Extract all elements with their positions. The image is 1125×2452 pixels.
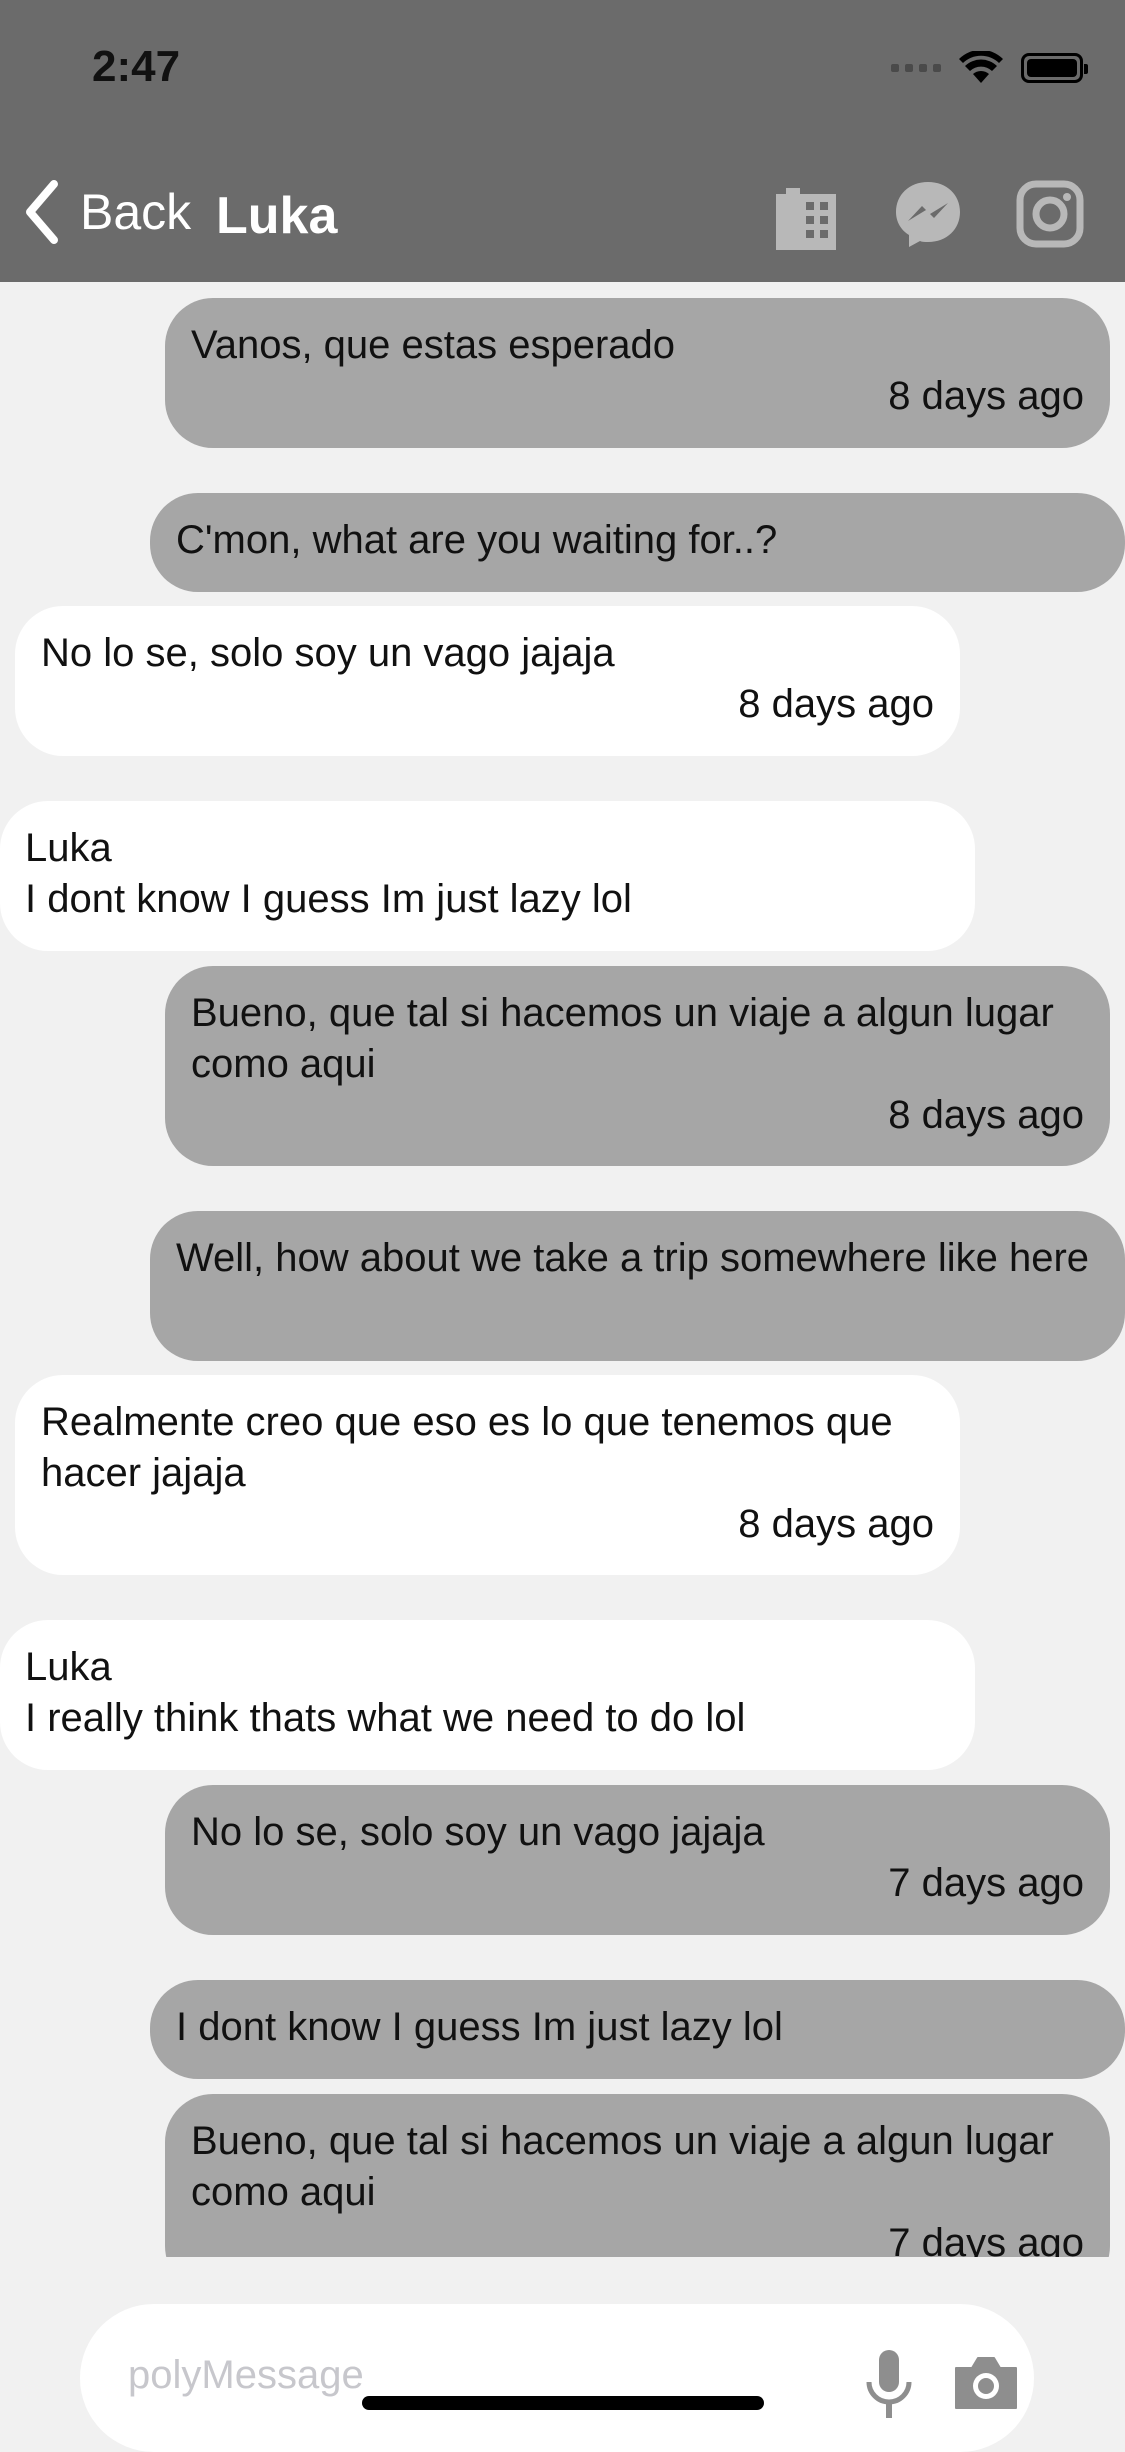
message-text: I dont know I guess Im just lazy lol xyxy=(176,2005,783,2049)
home-indicator xyxy=(362,2396,764,2410)
message-time: 7 days ago xyxy=(888,1861,1084,1905)
message-bubble[interactable]: No lo se, solo soy un vago jajaja 7 days… xyxy=(165,1785,1110,1935)
message-time: 8 days ago xyxy=(888,374,1084,418)
camera-icon[interactable] xyxy=(952,2352,1020,2412)
back-label: Back xyxy=(80,184,192,240)
instagram-icon[interactable] xyxy=(1014,178,1086,250)
message-bubble[interactable]: C'mon, what are you waiting for..? xyxy=(150,493,1125,592)
sender-name: Luka xyxy=(25,826,112,870)
message-text: Bueno, que tal si hacemos un viaje a alg… xyxy=(191,2119,1054,2214)
message-time: 8 days ago xyxy=(738,682,934,726)
message-bubble[interactable]: Vanos, que estas esperado 8 days ago xyxy=(165,298,1110,448)
navigation-header: 2:47 Back Luka xyxy=(0,0,1125,282)
status-time: 2:47 xyxy=(92,42,181,91)
message-text: No lo se, solo soy un vago jajaja xyxy=(41,631,615,675)
message-bubble[interactable]: Bueno, que tal si hacemos un viaje a alg… xyxy=(165,966,1110,1166)
messenger-icon[interactable] xyxy=(892,178,964,250)
status-icons xyxy=(891,48,1088,88)
message-list[interactable]: Vanos, que estas esperado 8 days ago C'm… xyxy=(0,282,1125,2257)
message-bubble[interactable]: Well, how about we take a trip somewhere… xyxy=(150,1211,1125,1361)
message-composer xyxy=(80,2304,1034,2452)
message-time: 8 days ago xyxy=(738,1502,934,1546)
chevron-left-icon xyxy=(26,180,58,244)
wifi-icon xyxy=(959,51,1003,83)
message-text: Realmente creo que eso es lo que tenemos… xyxy=(41,1400,893,1495)
message-text: Bueno, que tal si hacemos un viaje a alg… xyxy=(191,991,1054,1086)
message-bubble[interactable]: Bueno, que tal si hacemos un viaje a alg… xyxy=(165,2094,1110,2257)
message-bubble[interactable]: Luka I dont know I guess Im just lazy lo… xyxy=(0,801,975,951)
message-time: 7 days ago xyxy=(888,2221,1084,2257)
message-text: I really think thats what we need to do … xyxy=(25,1696,746,1740)
message-text: Vanos, que estas esperado xyxy=(191,323,676,367)
film-icon[interactable] xyxy=(770,178,842,250)
message-text: I dont know I guess Im just lazy lol xyxy=(25,877,632,921)
message-bubble[interactable]: Luka I really think thats what we need t… xyxy=(0,1620,975,1770)
message-text: Well, how about we take a trip somewhere… xyxy=(176,1236,1090,1280)
contact-name: Luka xyxy=(216,187,338,245)
battery-icon xyxy=(1021,53,1088,83)
message-bubble[interactable]: Realmente creo que eso es lo que tenemos… xyxy=(15,1375,960,1575)
message-text: C'mon, what are you waiting for..? xyxy=(176,518,778,562)
microphone-icon[interactable] xyxy=(864,2348,914,2428)
message-time: 8 days ago xyxy=(888,1093,1084,1137)
message-bubble[interactable]: I dont know I guess Im just lazy lol xyxy=(150,1980,1125,2079)
sender-name: Luka xyxy=(25,1645,112,1689)
back-button[interactable]: Back xyxy=(22,180,191,244)
message-bubble[interactable]: No lo se, solo soy un vago jajaja 8 days… xyxy=(15,606,960,756)
cellular-signal-icon xyxy=(891,64,941,72)
message-text: No lo se, solo soy un vago jajaja xyxy=(191,1810,765,1854)
